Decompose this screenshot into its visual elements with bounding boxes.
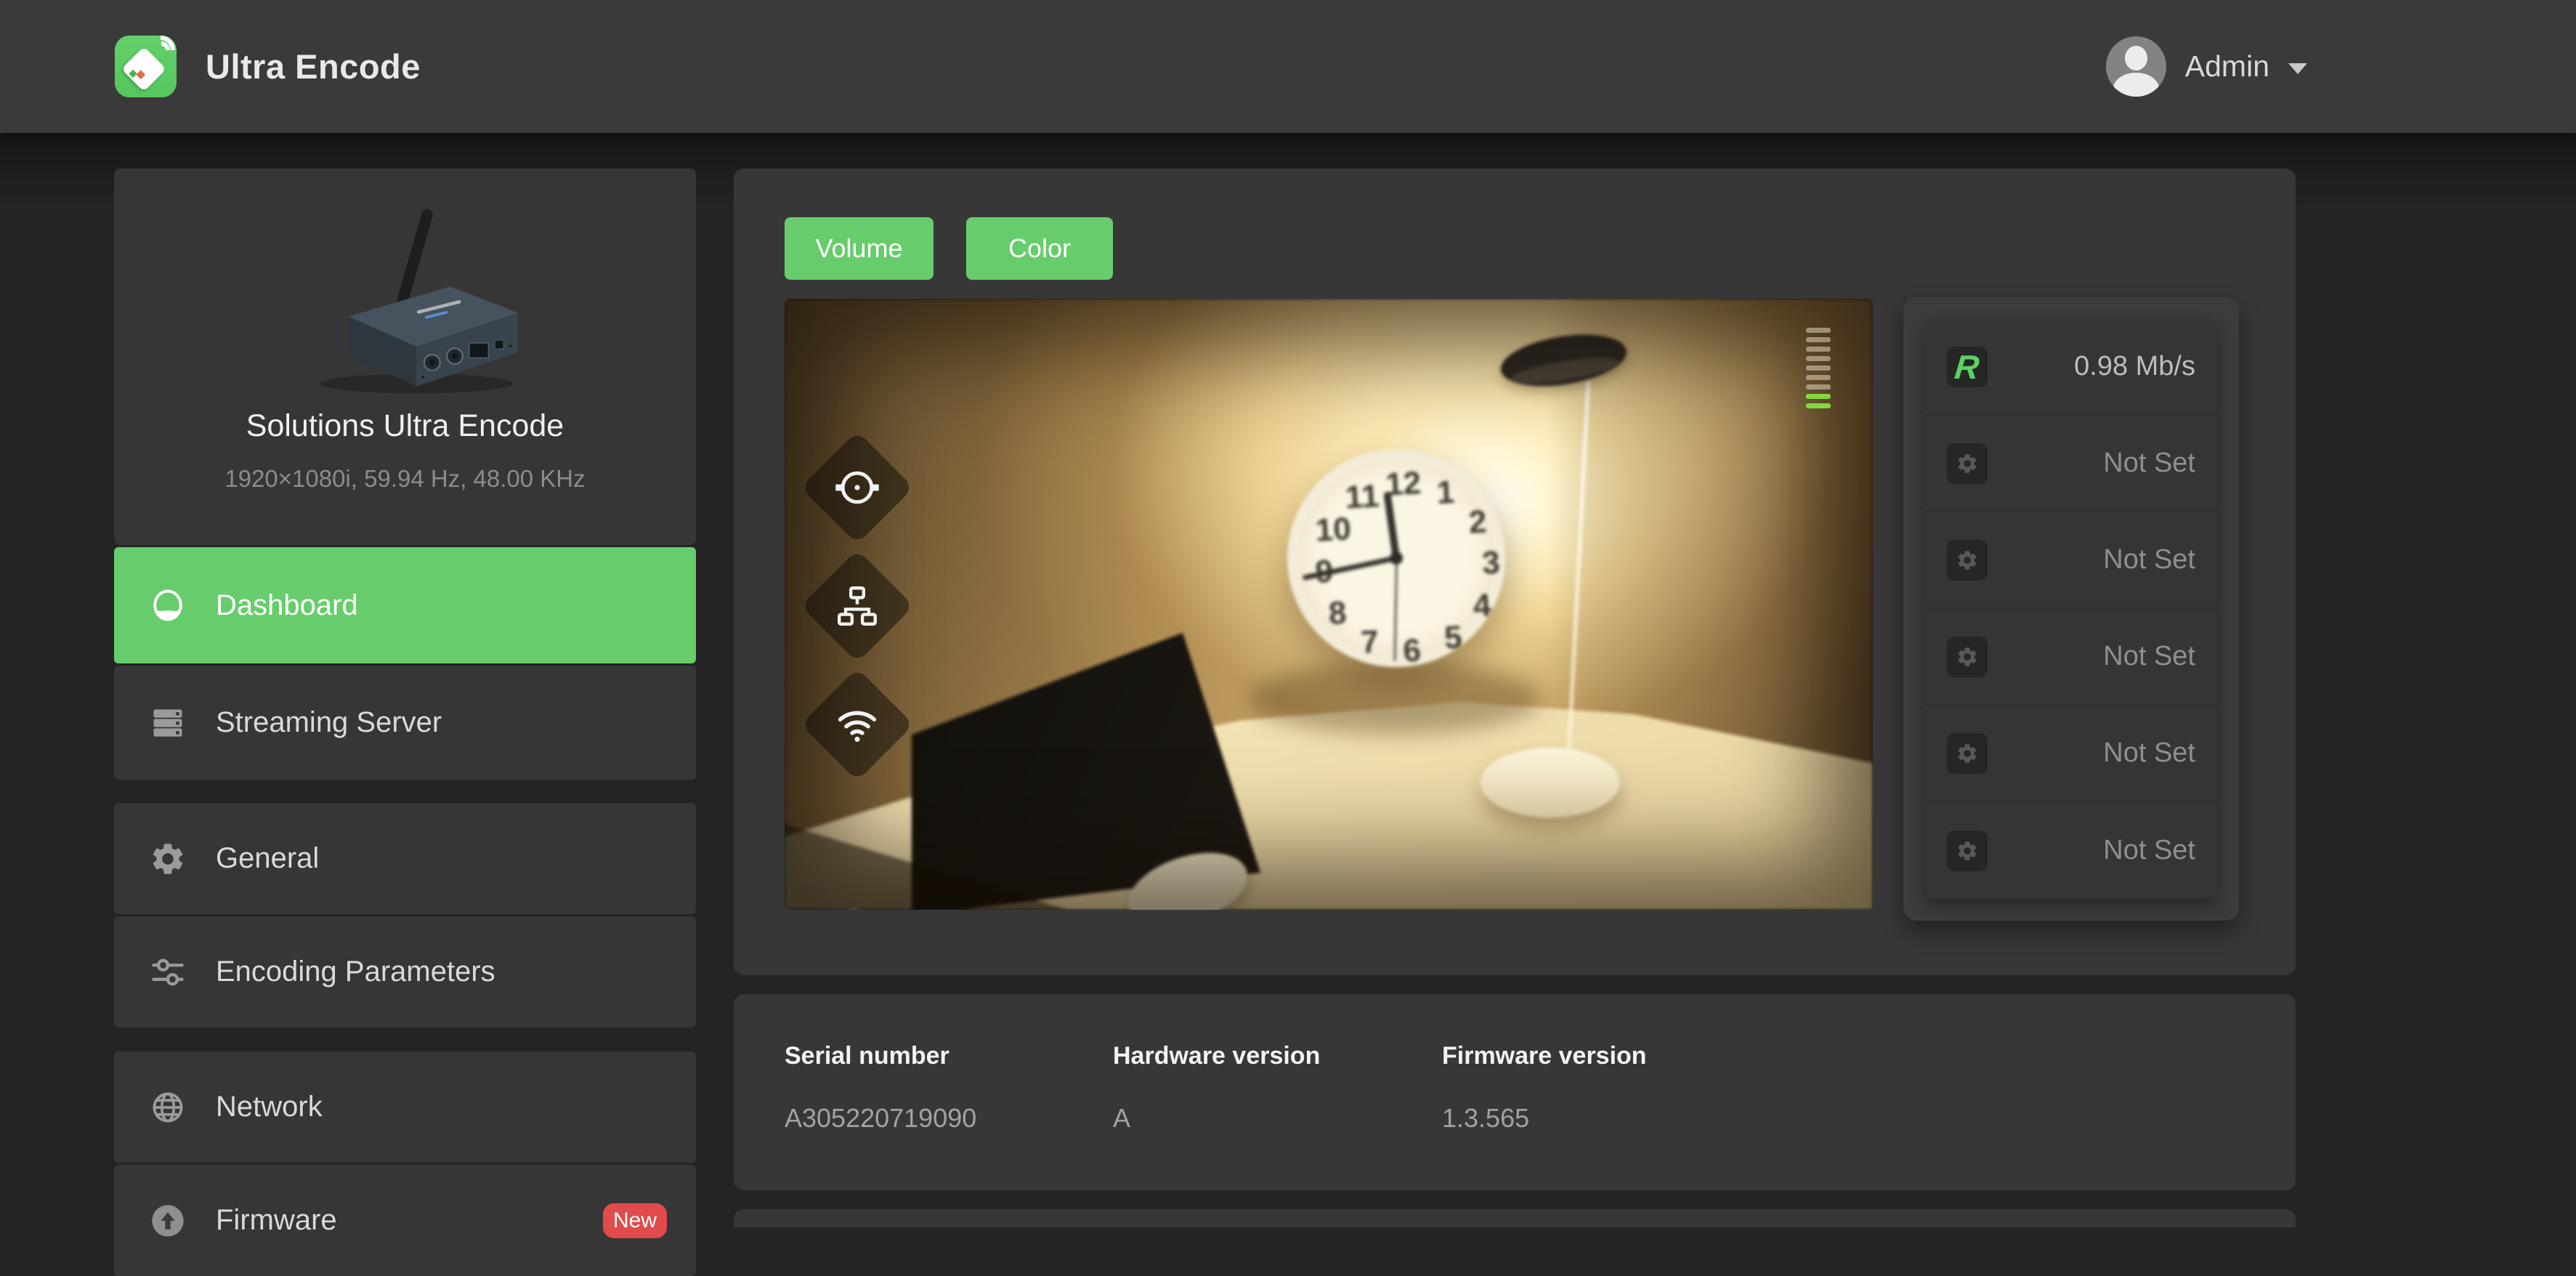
sidebar-item-firmware[interactable]: Firmware New <box>114 1165 696 1276</box>
info-label: Hardware version <box>1113 1042 1320 1070</box>
chevron-down-icon <box>2288 63 2307 74</box>
avatar <box>2106 36 2166 97</box>
video-vignette <box>785 299 1873 910</box>
info-label: Firmware version <box>1442 1042 1647 1070</box>
dashboard-card: Volume Color 123456789101112 <box>734 169 2296 975</box>
hardware-version-value: A <box>1113 1103 1130 1134</box>
ethernet-icon <box>831 580 883 632</box>
stream-row[interactable]: Not Set <box>1925 802 2217 899</box>
server-icon <box>147 703 188 743</box>
stream-status: Not Set <box>2103 835 2195 866</box>
device-name: Solutions Ultra Encode <box>114 408 696 444</box>
stream-row-restream[interactable]: R 0.98 Mb/s <box>1925 319 2217 416</box>
globe-icon <box>147 1087 188 1128</box>
sidebar-item-label: Firmware <box>216 1204 337 1237</box>
gear-icon <box>1947 831 1988 871</box>
new-badge: New <box>603 1203 667 1238</box>
sidebar-item-streaming-server[interactable]: Streaming Server <box>114 666 696 780</box>
color-button[interactable]: Color <box>966 217 1113 280</box>
sidebar-item-label: Network <box>216 1091 323 1123</box>
sidebar-item-dashboard[interactable]: Dashboard <box>114 547 696 663</box>
sdi-input-icon <box>831 461 883 514</box>
gear-icon <box>1947 443 1988 484</box>
app-header: Ultra Encode Admin <box>0 0 2576 133</box>
sidebar-item-label: Dashboard <box>216 589 358 622</box>
stream-bitrate: 0.98 Mb/s <box>2074 351 2195 382</box>
next-card-partial <box>734 1209 2296 1227</box>
stream-status: Not Set <box>2103 448 2195 479</box>
gauge-icon <box>147 585 188 626</box>
sidebar-item-label: Encoding Parameters <box>216 956 495 988</box>
stream-status: Not Set <box>2103 738 2195 769</box>
serial-number-value: A305220719090 <box>785 1103 976 1134</box>
device-signal-info: 1920×1080i, 59.94 Hz, 48.00 KHz <box>114 465 696 493</box>
device-info-card: Serial number A305220719090 Hardware ver… <box>734 994 2296 1190</box>
stream-status-panel: R 0.98 Mb/s Not Set Not Set Not Set Not … <box>1903 297 2239 921</box>
gear-icon <box>1947 733 1988 774</box>
info-label: Serial number <box>785 1042 949 1070</box>
gear-icon <box>147 839 188 879</box>
sidebar-item-general[interactable]: General <box>114 803 696 914</box>
stream-status: Not Set <box>2103 544 2195 576</box>
user-menu[interactable]: Admin <box>2106 0 2307 133</box>
sliders-icon <box>147 952 188 993</box>
stream-row[interactable]: Not Set <box>1925 706 2217 802</box>
stream-row[interactable]: Not Set <box>1925 609 2217 706</box>
stream-row[interactable]: Not Set <box>1925 512 2217 609</box>
video-preview: 123456789101112 <box>785 299 1873 910</box>
gear-icon <box>1947 540 1988 581</box>
volume-button[interactable]: Volume <box>785 217 933 280</box>
gear-icon <box>1947 637 1988 677</box>
stream-row[interactable]: Not Set <box>1925 416 2217 512</box>
sidebar-item-label: General <box>216 842 319 875</box>
device-card: Solutions Ultra Encode 1920×1080i, 59.94… <box>114 169 696 545</box>
firmware-version-value: 1.3.565 <box>1442 1103 1529 1134</box>
stream-status: Not Set <box>2103 641 2195 672</box>
user-name: Admin <box>2185 49 2269 84</box>
app-title: Ultra Encode <box>206 0 421 133</box>
sidebar-item-encoding-parameters[interactable]: Encoding Parameters <box>114 916 696 1027</box>
device-illustration <box>254 190 556 397</box>
sidebar-item-label: Streaming Server <box>216 706 442 739</box>
sidebar-item-network[interactable]: Network <box>114 1051 696 1163</box>
audio-level-meter <box>1806 328 1831 408</box>
restream-logo: R <box>1947 347 1988 387</box>
wifi-icon <box>831 698 883 751</box>
firmware-update-icon <box>147 1200 188 1241</box>
app-logo-icon <box>115 36 177 97</box>
stream-status-list: R 0.98 Mb/s Not Set Not Set Not Set Not … <box>1925 319 2217 899</box>
